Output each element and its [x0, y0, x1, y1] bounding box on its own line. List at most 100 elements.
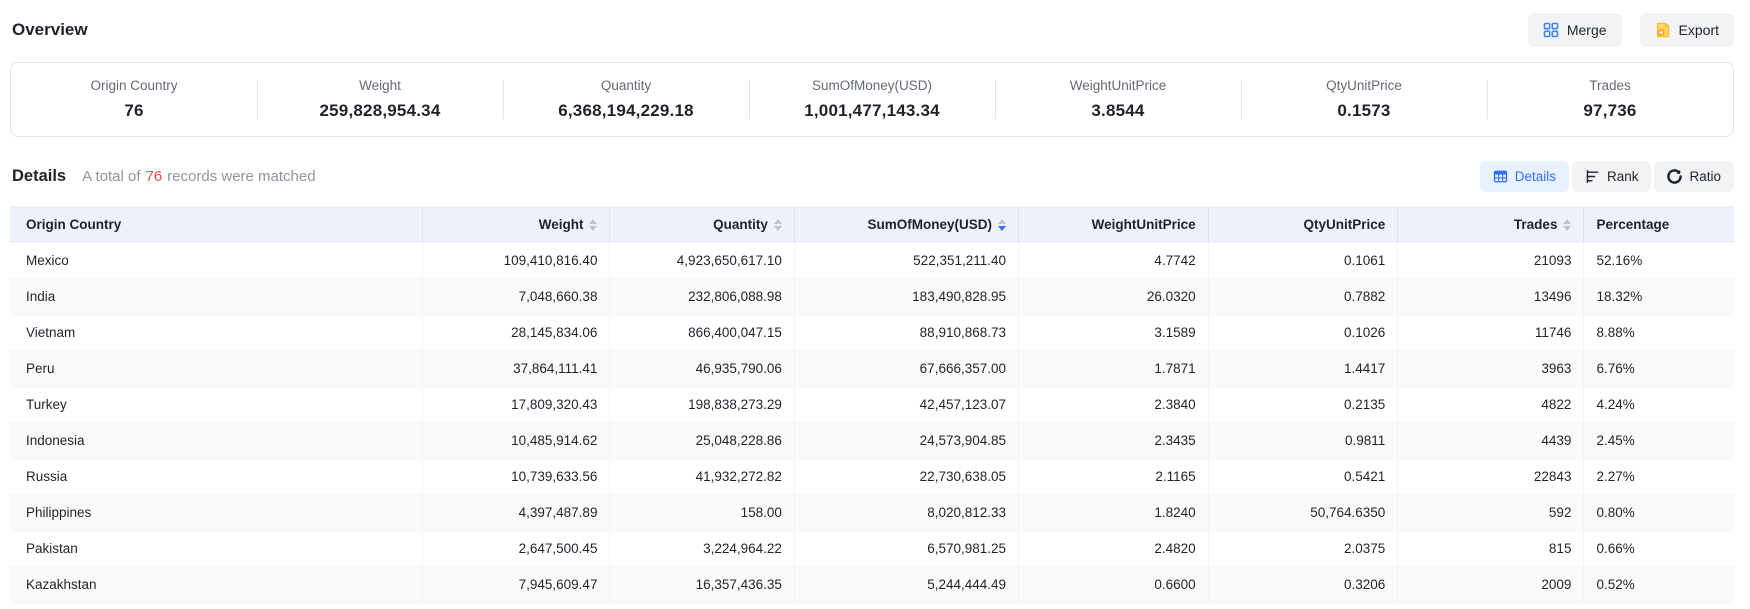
- table-row-indonesia: Indonesia10,485,914.6225,048,228.8624,57…: [10, 423, 1734, 459]
- cell-weight-unit-price: 2.1165: [1019, 459, 1209, 495]
- column-header-percentage: Percentage: [1584, 206, 1734, 243]
- cell-quantity: 158.00: [610, 495, 794, 531]
- cell-sum-of-money-usd: 24,573,904.85: [794, 423, 1018, 459]
- cell-quantity: 4,923,650,617.10: [610, 243, 794, 279]
- table-row-russia: Russia10,739,633.5641,932,272.8222,730,6…: [10, 459, 1734, 495]
- cell-origin-country: Kazakhstan: [10, 567, 422, 603]
- cell-quantity: 46,935,790.06: [610, 351, 794, 387]
- cell-quantity: 232,806,088.98: [610, 279, 794, 315]
- cell-weight: 28,145,834.06: [422, 315, 610, 351]
- cell-weight: 37,864,111.41: [422, 351, 610, 387]
- topbar: Overview Merge: [10, 10, 1734, 50]
- cell-qty-unit-price: 0.7882: [1208, 279, 1398, 315]
- rank-icon: [1585, 169, 1600, 184]
- column-label: Percentage: [1596, 217, 1669, 232]
- stat-label: Trades: [1495, 78, 1725, 93]
- sort-desc-icon: [774, 226, 782, 231]
- cell-percentage: 0.66%: [1584, 531, 1734, 567]
- cell-weight-unit-price: 0.6600: [1019, 567, 1209, 603]
- view-button-rank[interactable]: Rank: [1572, 161, 1652, 192]
- cell-trades: 815: [1398, 531, 1584, 567]
- overview-stat-weightunitprice: WeightUnitPrice 3.8544: [995, 76, 1241, 123]
- column-header-weight[interactable]: Weight: [422, 206, 610, 243]
- topbar-actions: Merge Export: [1528, 13, 1734, 47]
- sort-asc-icon: [998, 219, 1006, 224]
- cell-trades: 4822: [1398, 387, 1584, 423]
- overview-stat-quantity: Quantity 6,368,194,229.18: [503, 76, 749, 123]
- stat-value: 259,828,954.34: [265, 101, 495, 121]
- cell-trades: 592: [1398, 495, 1584, 531]
- matched-records-summary: A total of76records were matched: [82, 168, 315, 185]
- sort-carets: [774, 219, 782, 231]
- cell-weight: 10,739,633.56: [422, 459, 610, 495]
- cell-percentage: 0.52%: [1584, 567, 1734, 603]
- view-button-ratio[interactable]: Ratio: [1654, 161, 1734, 192]
- overview-stat-qtyunitprice: QtyUnitPrice 0.1573: [1241, 76, 1487, 123]
- column-header-sum-of-money-usd[interactable]: SumOfMoney(USD): [794, 206, 1018, 243]
- cell-trades: 22843: [1398, 459, 1584, 495]
- cell-qty-unit-price: 1.4417: [1208, 351, 1398, 387]
- overview-stat-weight: Weight 259,828,954.34: [257, 76, 503, 123]
- cell-sum-of-money-usd: 5,244,444.49: [794, 567, 1018, 603]
- cell-weight: 7,048,660.38: [422, 279, 610, 315]
- cell-qty-unit-price: 0.1061: [1208, 243, 1398, 279]
- column-label: Quantity: [713, 217, 768, 232]
- cell-origin-country: Vietnam: [10, 315, 422, 351]
- cell-sum-of-money-usd: 522,351,211.40: [794, 243, 1018, 279]
- merge-icon: [1543, 22, 1559, 38]
- stat-value: 97,736: [1495, 101, 1725, 121]
- stat-value: 76: [19, 101, 249, 121]
- cell-weight-unit-price: 3.1589: [1019, 315, 1209, 351]
- cell-trades: 11746: [1398, 315, 1584, 351]
- overview-stat-sumofmoney-usd-: SumOfMoney(USD) 1,001,477,143.34: [749, 76, 995, 123]
- cell-weight: 10,485,914.62: [422, 423, 610, 459]
- column-header-quantity[interactable]: Quantity: [610, 206, 794, 243]
- cell-percentage: 4.24%: [1584, 387, 1734, 423]
- cell-qty-unit-price: 0.9811: [1208, 423, 1398, 459]
- column-header-trades[interactable]: Trades: [1398, 206, 1584, 243]
- cell-trades: 4439: [1398, 423, 1584, 459]
- cell-weight-unit-price: 2.4820: [1019, 531, 1209, 567]
- page-title: Overview: [10, 20, 88, 40]
- cell-percentage: 2.45%: [1584, 423, 1734, 459]
- cell-sum-of-money-usd: 6,570,981.25: [794, 531, 1018, 567]
- view-switcher: Details Rank Ratio: [1480, 161, 1734, 192]
- cell-percentage: 2.27%: [1584, 459, 1734, 495]
- cell-origin-country: Pakistan: [10, 531, 422, 567]
- column-label: Origin Country: [26, 217, 121, 232]
- cell-weight-unit-price: 2.3435: [1019, 423, 1209, 459]
- export-button-label: Export: [1679, 22, 1719, 38]
- stat-label: QtyUnitPrice: [1249, 78, 1479, 93]
- sort-asc-icon: [589, 219, 597, 224]
- cell-origin-country: Mexico: [10, 243, 422, 279]
- cell-trades: 13496: [1398, 279, 1584, 315]
- cell-qty-unit-price: 0.1026: [1208, 315, 1398, 351]
- export-button[interactable]: Export: [1640, 13, 1734, 47]
- export-icon: [1655, 22, 1671, 38]
- details-table: Origin Country Weight Quantity SumOfMoney(U…: [10, 206, 1734, 603]
- table-icon: [1493, 169, 1508, 184]
- view-button-details[interactable]: Details: [1480, 161, 1569, 192]
- view-button-label: Details: [1515, 169, 1556, 184]
- table-row-peru: Peru37,864,111.4146,935,790.0667,666,357…: [10, 351, 1734, 387]
- table-row-kazakhstan: Kazakhstan7,945,609.4716,357,436.355,244…: [10, 567, 1734, 603]
- table-row-vietnam: Vietnam28,145,834.06866,400,047.1588,910…: [10, 315, 1734, 351]
- page: Overview Merge: [0, 0, 1750, 603]
- merge-button[interactable]: Merge: [1528, 13, 1622, 47]
- stat-label: SumOfMoney(USD): [757, 78, 987, 93]
- stat-value: 0.1573: [1249, 101, 1479, 121]
- column-header-qty-unit-price: QtyUnitPrice: [1208, 206, 1398, 243]
- stat-label: WeightUnitPrice: [1003, 78, 1233, 93]
- cell-origin-country: Indonesia: [10, 423, 422, 459]
- column-header-weight-unit-price: WeightUnitPrice: [1019, 206, 1209, 243]
- details-heading: Details A total of76records were matched: [10, 167, 316, 186]
- cell-quantity: 866,400,047.15: [610, 315, 794, 351]
- cell-weight-unit-price: 2.3840: [1019, 387, 1209, 423]
- cell-origin-country: Peru: [10, 351, 422, 387]
- stat-value: 3.8544: [1003, 101, 1233, 121]
- view-button-label: Rank: [1607, 169, 1639, 184]
- cell-weight: 109,410,816.40: [422, 243, 610, 279]
- cell-origin-country: Philippines: [10, 495, 422, 531]
- cell-qty-unit-price: 0.3206: [1208, 567, 1398, 603]
- cell-weight-unit-price: 1.8240: [1019, 495, 1209, 531]
